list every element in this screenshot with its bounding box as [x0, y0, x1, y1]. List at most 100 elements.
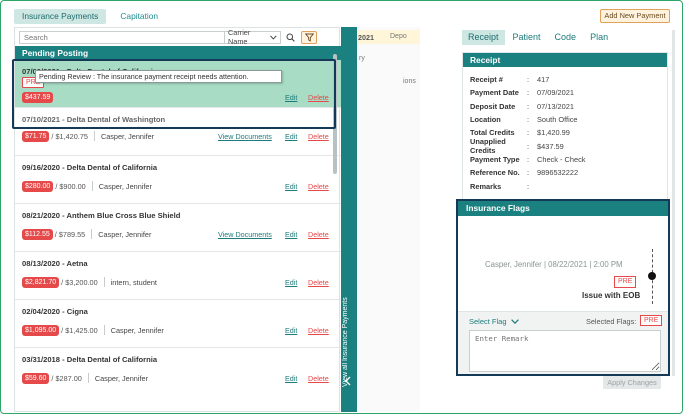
item-title: 09/16/2020 - Delta Dental of California	[22, 163, 158, 172]
detail-scrollbar[interactable]	[672, 30, 675, 376]
tab-insurance-payments[interactable]: Insurance Payments	[14, 8, 107, 24]
edit-link[interactable]: Edit	[285, 182, 297, 191]
delete-link[interactable]: Delete	[308, 182, 329, 191]
receipt-value: 07/09/2021	[537, 88, 574, 98]
edit-link[interactable]: Edit	[285, 278, 297, 287]
provider-name: intern, student	[110, 277, 157, 287]
divider	[91, 229, 93, 239]
add-new-payment-button[interactable]: Add New Payment	[600, 9, 670, 23]
flag-issue-text: Issue with EOB	[582, 291, 641, 300]
search-icon	[286, 33, 295, 42]
receipt-label: Unapplied Credits	[470, 137, 506, 156]
delete-link[interactable]: Delete	[308, 132, 329, 141]
total-amount: / $900.00	[55, 181, 86, 191]
chevron-left-icon[interactable]	[344, 376, 352, 389]
edit-link[interactable]: Edit	[285, 326, 297, 335]
remark-input[interactable]	[469, 330, 661, 372]
item-details: $71.75 / $1,420.75 Casper, Jennifer View…	[22, 130, 334, 142]
receipt-value: Check - Check	[537, 154, 586, 164]
view-documents-link[interactable]: View Documents	[218, 230, 272, 239]
tab-capitation[interactable]: Capitation	[112, 9, 166, 24]
receipt-value: $437.59	[537, 141, 564, 151]
receipt-row: Unapplied Credits: $437.59	[463, 137, 667, 156]
unapplied-amount-badge: $280.00	[22, 180, 54, 192]
flag-pre-badge: PRE	[614, 276, 637, 288]
selected-flags-label: Selected Flags:	[586, 317, 637, 326]
unapplied-amount-badge: $59.60	[22, 372, 50, 384]
receipt-label: Receipt #	[470, 75, 503, 85]
flag-form: Select Flag Selected Flags: PRE	[458, 311, 668, 374]
item-title: 02/04/2020 - Cigna	[22, 307, 88, 316]
list-item[interactable]: 09/16/2020 - Delta Dental of California …	[15, 156, 341, 204]
item-details: $112.55 / $789.55 Casper, Jennifer View …	[22, 228, 334, 240]
delete-link[interactable]: Delete	[308, 230, 329, 239]
divider	[103, 325, 105, 335]
view-all-payments-bar[interactable]: View all Insurance Payments	[341, 27, 357, 412]
colon: :	[527, 115, 530, 125]
receipt-row: Deposit Date:07/13/2021	[463, 100, 667, 113]
insurance-flags-header: Insurance Flags	[458, 201, 668, 216]
item-details: $2,821.70 / $3,200.00 intern, student Ed…	[22, 276, 334, 288]
delete-link[interactable]: Delete	[308, 374, 329, 383]
delete-link[interactable]: Delete	[308, 278, 329, 287]
tab-receipt[interactable]: Receipt	[462, 29, 505, 45]
filter-button[interactable]	[301, 30, 317, 44]
search-button[interactable]	[283, 31, 297, 44]
receipt-label: Payment Type	[470, 154, 520, 164]
edit-link[interactable]: Edit	[285, 230, 297, 239]
total-amount: / $1,420.75	[51, 131, 88, 141]
divider	[93, 131, 95, 141]
item-details: $280.00 / $900.00 Casper, Jennifer Edit …	[22, 180, 334, 192]
selected-flag-pre-badge[interactable]: PRE	[640, 315, 663, 326]
colon: :	[527, 168, 530, 178]
colon: :	[527, 154, 530, 164]
carrier-name-select[interactable]: Carrier Name	[225, 28, 281, 46]
unapplied-amount-badge: $112.55	[22, 228, 53, 240]
total-amount: / $287.00	[51, 373, 82, 383]
pending-review-tooltip: Pending Review : The insurance payment r…	[35, 70, 282, 83]
receipt-value: 417	[537, 75, 550, 85]
total-amount: / $1,425.00	[61, 325, 98, 335]
receipt-row: Payment Type: Check - Check	[463, 153, 667, 166]
select-flag-dropdown[interactable]: Select Flag	[469, 317, 519, 326]
receipt-value: $1,420.99	[537, 128, 570, 138]
divider	[91, 181, 93, 191]
colon: :	[527, 101, 530, 111]
receipt-label: Location	[470, 115, 501, 125]
list-item[interactable]: 02/04/2020 - Cigna $1,095.00 / $1,425.00…	[15, 300, 341, 348]
chevron-down-icon	[510, 319, 519, 325]
total-amount: / $3,200.00	[61, 277, 98, 287]
background-text: ions	[403, 78, 416, 85]
list-item[interactable]: 08/21/2020 - Anthem Blue Cross Blue Shie…	[15, 204, 341, 252]
select-flag-label: Select Flag	[469, 317, 507, 326]
carrier-select-label: Carrier Name	[228, 28, 251, 46]
delete-link[interactable]: Delete	[308, 326, 329, 335]
search-row: Carrier Name	[19, 28, 337, 46]
pending-posting-header: Pending Posting	[15, 46, 341, 60]
insurance-flags-section: Insurance Flags Casper, Jennifer | 08/22…	[456, 199, 670, 376]
receipt-label: Reference No.	[470, 168, 520, 178]
tab-plan[interactable]: Plan	[584, 30, 614, 45]
background-date: 2021	[358, 33, 374, 42]
search-input[interactable]	[19, 30, 225, 44]
receipt-value: South Office	[537, 115, 578, 125]
provider-name: Casper, Jennifer	[94, 373, 148, 383]
receipt-label: Total Credits	[470, 128, 515, 138]
apply-changes-button[interactable]: Apply Changes	[603, 376, 661, 389]
receipt-value: 9896532222	[537, 168, 579, 178]
receipt-row: Receipt #:417	[463, 73, 667, 86]
tab-patient[interactable]: Patient	[507, 30, 547, 45]
receipt-header: Receipt	[463, 53, 667, 67]
item-title: 08/21/2020 - Anthem Blue Cross Blue Shie…	[22, 211, 181, 220]
background-deposit: Depo	[390, 33, 407, 40]
receipt-label: Remarks	[470, 181, 502, 191]
colon: :	[527, 88, 530, 98]
list-item[interactable]: 08/13/2020 - Aetna $2,821.70 / $3,200.00…	[15, 252, 341, 300]
edit-link[interactable]: Edit	[285, 132, 297, 141]
edit-link[interactable]: Edit	[285, 374, 297, 383]
receipt-row: Location: South Office	[463, 113, 667, 126]
tab-code[interactable]: Code	[549, 30, 583, 45]
list-item[interactable]: 03/31/2018 - Delta Dental of California …	[15, 348, 341, 396]
view-documents-link[interactable]: View Documents	[218, 132, 272, 141]
provider-name: Casper, Jennifer	[98, 229, 152, 239]
